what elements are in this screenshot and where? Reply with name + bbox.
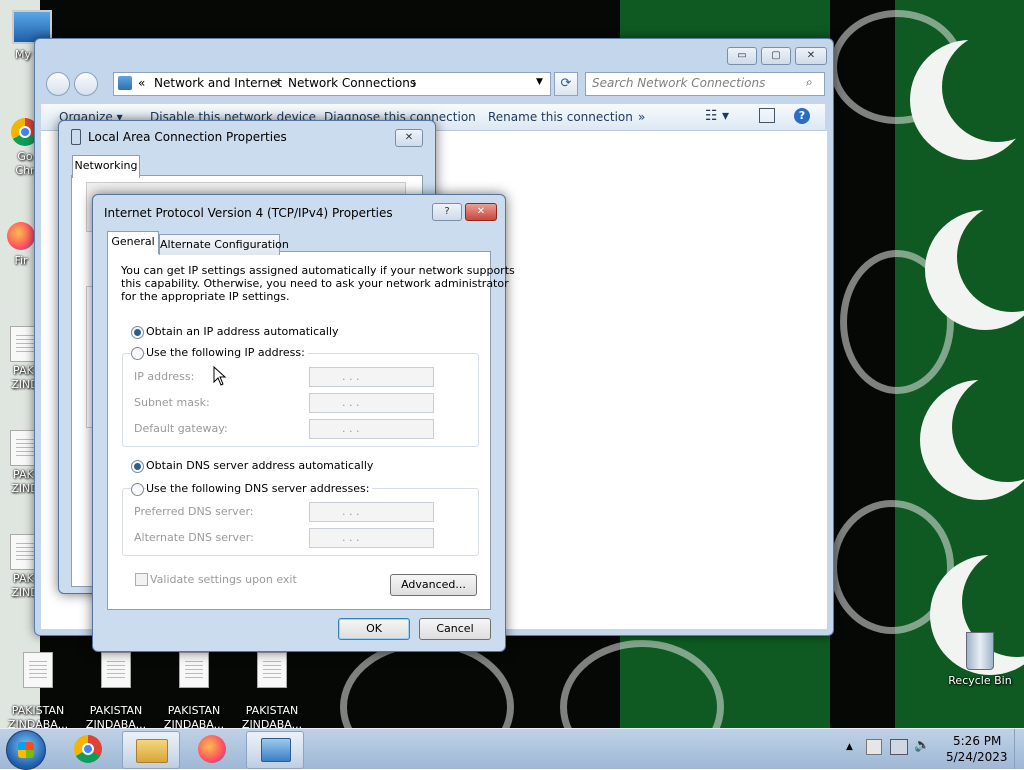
firefox-icon bbox=[7, 222, 35, 250]
breadcrumb-separator[interactable]: › bbox=[275, 76, 280, 90]
crescent-moon bbox=[910, 32, 1024, 160]
ok-button[interactable]: OK bbox=[338, 618, 410, 640]
desktop-icon-label: Recycle Bin bbox=[948, 674, 1012, 687]
taskbar: ▲ 🔈 5:26 PM 5/24/2023 bbox=[0, 728, 1024, 770]
document-icon bbox=[179, 652, 209, 688]
rename-button[interactable]: Rename this connection bbox=[488, 110, 633, 124]
address-bar[interactable]: « Network and Internet › Network Connect… bbox=[113, 72, 551, 96]
recycle-bin-icon bbox=[966, 632, 994, 670]
network-tray-icon[interactable] bbox=[890, 739, 908, 755]
subnet-mask-field[interactable]: . . . bbox=[309, 393, 434, 413]
validate-checkbox[interactable] bbox=[135, 573, 148, 586]
taskbar-control-panel[interactable] bbox=[246, 731, 304, 769]
preview-pane-icon[interactable] bbox=[759, 108, 775, 123]
default-gateway-label: Default gateway: bbox=[134, 422, 228, 435]
taskbar-chrome[interactable] bbox=[60, 731, 116, 767]
document-icon bbox=[23, 652, 53, 688]
show-hidden-icons-button[interactable]: ▲ bbox=[846, 742, 853, 752]
taskbar-firefox[interactable] bbox=[184, 731, 240, 767]
control-panel-icon bbox=[261, 738, 291, 762]
maximize-button[interactable]: ▢ bbox=[761, 47, 791, 65]
help-icon[interactable]: ? bbox=[794, 108, 810, 124]
dns-auto-radio[interactable] bbox=[131, 460, 144, 473]
intro-text: You can get IP settings assigned automat… bbox=[121, 264, 515, 277]
start-button[interactable] bbox=[6, 730, 46, 770]
cancel-button[interactable]: Cancel bbox=[419, 618, 491, 640]
alternate-dns-label: Alternate DNS server: bbox=[134, 531, 254, 544]
refresh-icon[interactable]: ⟳ bbox=[554, 72, 578, 96]
preferred-dns-field[interactable]: . . . bbox=[309, 502, 434, 522]
dialog-title: Local Area Connection Properties bbox=[88, 130, 287, 144]
folder-icon bbox=[136, 739, 168, 763]
ip-address-field[interactable]: . . . bbox=[309, 367, 434, 387]
windows-logo-icon bbox=[18, 742, 34, 758]
advanced-button[interactable]: Advanced... bbox=[390, 574, 477, 596]
dns-auto-label[interactable]: Obtain DNS server address automatically bbox=[146, 459, 373, 472]
address-dropdown-icon[interactable]: ▼ bbox=[536, 77, 543, 87]
document-icon bbox=[101, 652, 131, 688]
intro-text: for the appropriate IP settings. bbox=[121, 290, 290, 303]
show-desktop-button[interactable] bbox=[1014, 729, 1024, 769]
subnet-mask-label: Subnet mask: bbox=[134, 396, 210, 409]
network-icon bbox=[118, 76, 132, 90]
view-options-icon[interactable]: ☷ ▾ bbox=[705, 108, 729, 124]
dialog-title: Internet Protocol Version 4 (TCP/IPv4) P… bbox=[104, 206, 393, 220]
tab-alternate-configuration[interactable]: Alternate Configuration bbox=[159, 234, 289, 255]
forward-button[interactable] bbox=[74, 72, 98, 96]
breadcrumb-separator[interactable]: › bbox=[412, 76, 417, 90]
dns-manual-label[interactable]: Use the following DNS server addresses: bbox=[146, 482, 373, 495]
ip-auto-radio[interactable] bbox=[131, 326, 144, 339]
document-icon bbox=[257, 652, 287, 688]
ipv4-properties-dialog[interactable]: Internet Protocol Version 4 (TCP/IPv4) P… bbox=[92, 194, 515, 652]
search-input[interactable]: Search Network Connections ⌕ bbox=[585, 72, 825, 96]
volume-icon[interactable]: 🔈 bbox=[914, 738, 930, 753]
ip-auto-label[interactable]: Obtain an IP address automatically bbox=[146, 325, 339, 338]
mouse-cursor-icon bbox=[213, 366, 227, 386]
taskbar-explorer[interactable] bbox=[122, 731, 180, 769]
clock-time[interactable]: 5:26 PM bbox=[953, 734, 1001, 748]
back-button[interactable] bbox=[46, 72, 70, 96]
more-commands-button[interactable]: » bbox=[638, 110, 645, 124]
network-adapter-icon bbox=[71, 129, 81, 145]
tab-networking[interactable]: Networking bbox=[72, 155, 140, 178]
action-center-icon[interactable] bbox=[866, 739, 882, 755]
close-button[interactable]: ✕ bbox=[465, 203, 497, 221]
ip-address-label: IP address: bbox=[134, 370, 195, 383]
breadcrumb-overflow[interactable]: « bbox=[138, 76, 145, 90]
search-icon[interactable]: ⌕ bbox=[806, 75, 813, 90]
intro-text: this capability. Otherwise, you need to … bbox=[121, 277, 509, 290]
search-placeholder: Search Network Connections bbox=[592, 76, 766, 90]
breadcrumb-network-and-internet[interactable]: Network and Internet bbox=[154, 76, 282, 90]
tab-general[interactable]: General bbox=[107, 231, 159, 254]
help-button[interactable]: ? bbox=[432, 203, 462, 221]
dns-manual-radio[interactable] bbox=[131, 483, 144, 496]
desktop-icon-recycle-bin[interactable]: Recycle Bin bbox=[940, 632, 1020, 688]
ip-manual-radio[interactable] bbox=[131, 347, 144, 360]
ip-manual-label[interactable]: Use the following IP address: bbox=[146, 346, 308, 359]
clock-date[interactable]: 5/24/2023 bbox=[946, 750, 1008, 764]
breadcrumb-network-connections[interactable]: Network Connections bbox=[288, 76, 416, 90]
firefox-icon bbox=[198, 735, 226, 763]
chrome-icon bbox=[74, 735, 102, 763]
preferred-dns-label: Preferred DNS server: bbox=[134, 505, 254, 518]
alternate-dns-field[interactable]: . . . bbox=[309, 528, 434, 548]
validate-label: Validate settings upon exit bbox=[150, 573, 297, 586]
close-button[interactable]: ✕ bbox=[795, 47, 827, 65]
close-button[interactable]: ✕ bbox=[395, 129, 423, 147]
minimize-button[interactable]: ▭ bbox=[727, 47, 757, 65]
default-gateway-field[interactable]: . . . bbox=[309, 419, 434, 439]
smoke-swirl bbox=[340, 640, 514, 728]
